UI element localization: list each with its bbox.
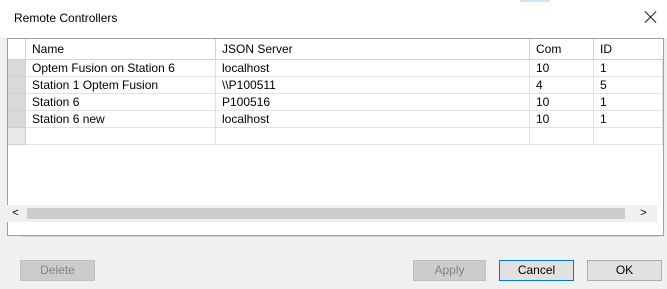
scrollbar-thumb[interactable] [27,208,625,219]
cell-com[interactable]: 10 [530,111,594,128]
cell-id[interactable]: 5 [594,77,663,94]
apply-button[interactable]: Apply [413,260,486,281]
column-header-com[interactable]: Com [530,39,594,59]
corner-header-cell[interactable] [8,39,26,59]
title-bar: Remote Controllers [0,0,667,38]
cell-json-server[interactable]: localhost [216,111,530,128]
grid-footer [7,222,664,236]
scroll-right-icon[interactable]: > [635,205,652,222]
cell-json-server[interactable] [216,128,530,145]
window-title: Remote Controllers [14,11,118,25]
cancel-button[interactable]: Cancel [499,260,574,281]
table-row[interactable]: Station 6 P100516 10 1 [8,94,663,111]
cell-com[interactable] [530,128,594,145]
grid-header: Name JSON Server Com ID [8,39,663,60]
row-header[interactable] [8,128,26,145]
divider [20,236,660,237]
scroll-left-icon[interactable]: < [7,205,24,222]
remote-controllers-dialog: Remote Controllers Name JSON Server Com … [0,0,667,289]
column-header-id[interactable]: ID [594,39,663,59]
horizontal-scrollbar[interactable]: < > [7,205,657,222]
ok-button[interactable]: OK [587,260,662,281]
cell-com[interactable]: 4 [530,77,594,94]
new-row[interactable] [8,128,663,145]
cell-id[interactable]: 1 [594,60,663,77]
cell-json-server[interactable]: P100516 [216,94,530,111]
column-header-name[interactable]: Name [26,39,216,59]
controllers-grid: Name JSON Server Com ID Optem Fusion on … [7,38,664,226]
table-row[interactable]: Optem Fusion on Station 6 localhost 10 1 [8,60,663,77]
cell-json-server[interactable]: \\P100511 [216,77,530,94]
cell-name[interactable]: Station 1 Optem Fusion [26,77,216,94]
cell-com[interactable]: 10 [530,60,594,77]
table-row[interactable]: Station 6 new localhost 10 1 [8,111,663,128]
cell-id[interactable] [594,128,663,145]
close-icon[interactable] [640,8,662,30]
row-header[interactable] [8,94,26,111]
column-header-json-server[interactable]: JSON Server [216,39,530,59]
table-row[interactable]: Station 1 Optem Fusion \\P100511 4 5 [8,77,663,94]
cell-name[interactable]: Station 6 new [26,111,216,128]
cell-com[interactable]: 10 [530,94,594,111]
cell-name[interactable]: Optem Fusion on Station 6 [26,60,216,77]
cell-name[interactable] [26,128,216,145]
cell-id[interactable]: 1 [594,94,663,111]
row-header[interactable] [8,60,26,77]
cell-id[interactable]: 1 [594,111,663,128]
cell-name[interactable]: Station 6 [26,94,216,111]
row-header[interactable] [8,77,26,94]
title-accent [520,0,550,2]
delete-button[interactable]: Delete [20,260,95,281]
row-header[interactable] [8,111,26,128]
cell-json-server[interactable]: localhost [216,60,530,77]
